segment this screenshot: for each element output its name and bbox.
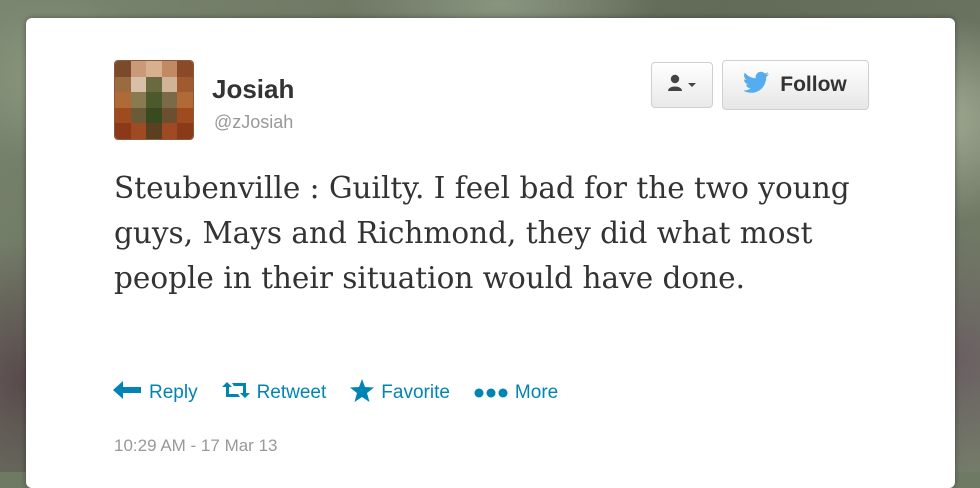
twitter-bird-icon [743, 71, 770, 99]
reply-button[interactable]: Reply [112, 380, 198, 406]
retweet-button[interactable]: Retweet [221, 380, 327, 406]
tweet-card: Josiah @zJosiah Follow Steubenville : Gu… [26, 18, 955, 488]
favorite-button[interactable]: Favorite [350, 378, 450, 408]
tweet-text: Steubenville : Guilty. I feel bad for th… [114, 171, 850, 295]
retweet-icon [221, 380, 250, 406]
user-dropdown-button[interactable] [651, 62, 713, 108]
tweet-actions: Reply Retweet Favorite More [112, 378, 558, 408]
favorite-label: Favorite [381, 382, 450, 403]
user-name[interactable]: Josiah [212, 74, 294, 105]
reply-label: Reply [149, 382, 198, 403]
user-handle[interactable]: @zJosiah [214, 112, 293, 133]
avatar[interactable] [114, 60, 194, 140]
reply-icon [112, 380, 142, 406]
more-button[interactable]: More [474, 382, 558, 404]
retweet-label: Retweet [256, 382, 327, 403]
star-icon [350, 378, 375, 408]
more-label: More [514, 382, 559, 403]
user-icon [667, 74, 683, 97]
follow-button[interactable]: Follow [722, 60, 869, 110]
tweet-timestamp[interactable]: 10:29 AM - 17 Mar 13 [114, 436, 277, 456]
more-dots-icon [474, 382, 508, 404]
follow-label: Follow [780, 73, 847, 96]
caret-down-icon [687, 76, 697, 94]
